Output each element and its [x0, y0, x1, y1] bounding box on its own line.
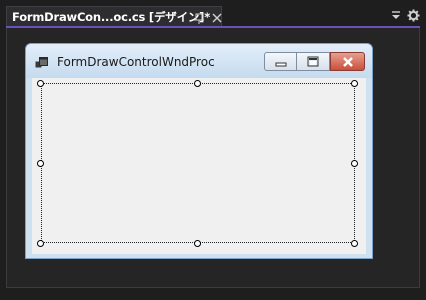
close-button[interactable] [330, 52, 365, 71]
resize-handle-bottom[interactable] [194, 240, 201, 247]
close-icon[interactable] [211, 10, 223, 24]
minimize-button[interactable] [264, 52, 297, 71]
resize-handle-top-right[interactable] [351, 80, 358, 87]
form-title: FormDrawControlWndProc [57, 55, 215, 69]
resize-handle-left[interactable] [37, 160, 44, 167]
pin-icon[interactable] [193, 10, 205, 24]
caption-buttons [264, 52, 365, 71]
resize-handle-bottom-left[interactable] [37, 240, 44, 247]
document-tab-strip: FormDrawCon...oc.cs [デザイン]* [0, 0, 426, 28]
close-x-icon [343, 57, 353, 67]
dropdown-menu-icon[interactable] [390, 7, 402, 21]
form-titlebar[interactable]: FormDrawControlWndProc [26, 44, 372, 78]
minimize-icon [275, 62, 287, 67]
maximize-button[interactable] [297, 52, 330, 71]
resize-handle-bottom-right[interactable] [351, 240, 358, 247]
resize-handle-top-left[interactable] [37, 80, 44, 87]
selection-frame [41, 83, 355, 243]
document-tab[interactable]: FormDrawCon...oc.cs [デザイン]* [6, 6, 222, 27]
tab-title: FormDrawCon...oc.cs [デザイン]* [12, 10, 211, 24]
maximize-icon [307, 56, 319, 67]
resize-handle-top[interactable] [194, 80, 201, 87]
ide-designer-window: FormDrawCon...oc.cs [デザイン]* FormDrawCont… [0, 0, 426, 300]
gear-icon[interactable] [407, 7, 420, 22]
bottom-edge [0, 290, 426, 300]
form-app-icon [35, 55, 49, 69]
resize-handle-right[interactable] [351, 160, 358, 167]
